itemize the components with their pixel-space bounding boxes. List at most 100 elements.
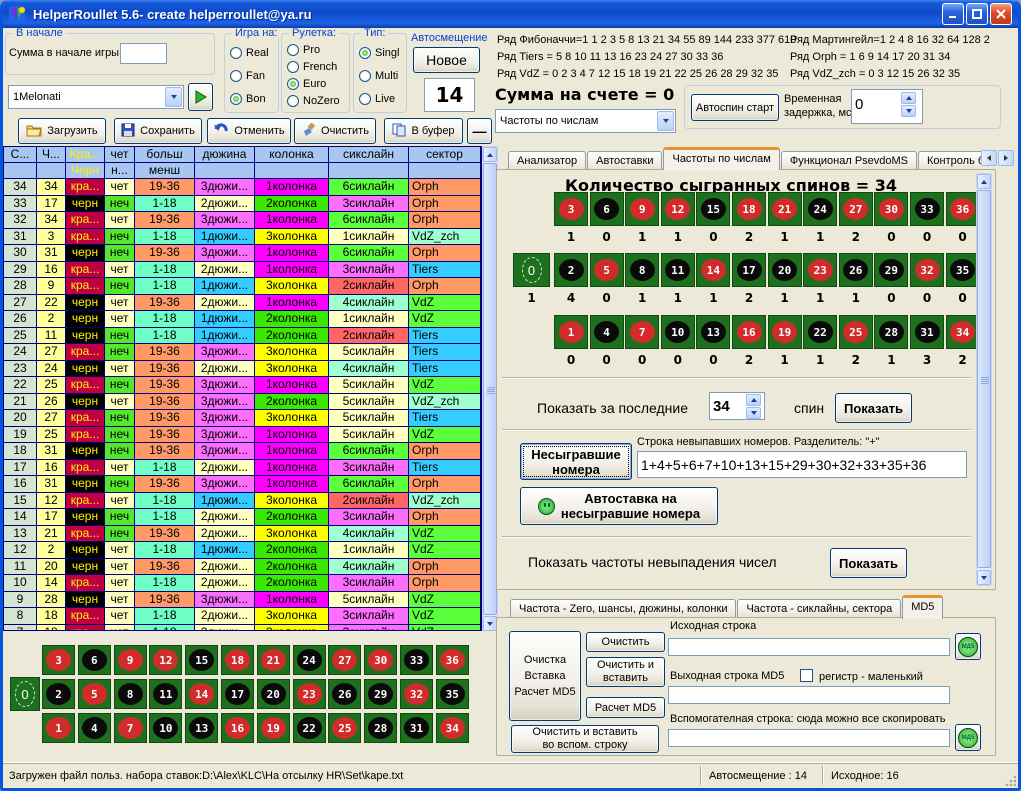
table-row[interactable]: 2511черннеч1-181дюжи...2колонка2сиклайнT… [4, 328, 481, 345]
board-cell-35[interactable]: 35 [436, 679, 469, 709]
radio-option-Real[interactable]: Real [230, 46, 278, 60]
toolbar-button-4[interactable]: Очистить [294, 118, 376, 144]
column-header[interactable]: н... [105, 163, 135, 179]
radio-option-Bon[interactable]: Bon [230, 92, 278, 106]
board-cell-30[interactable]: 30 [364, 645, 397, 675]
freq-cell-15[interactable]: 15 [696, 192, 730, 226]
table-row[interactable]: 2225кра...неч19-363дюжи...1колонка5сикла… [4, 377, 481, 394]
table-row[interactable]: 1120чернчет19-362дюжи...2колонка4сиклайн… [4, 559, 481, 576]
freq-cell-18[interactable]: 18 [732, 192, 766, 226]
maximize-button[interactable] [966, 3, 988, 25]
column-header[interactable]: дюжина [195, 147, 255, 163]
table-row[interactable]: 1831черннеч19-363дюжи...1колонка6сиклайн… [4, 443, 481, 460]
autoshift-new-button[interactable]: Новое [413, 47, 480, 73]
freq-cell-27[interactable]: 27 [839, 192, 873, 226]
freq-cell-7[interactable]: 7 [625, 315, 659, 349]
history-table[interactable]: С...Ч...Кра...четбольшдюжинаколонкасиксл… [3, 146, 482, 631]
md5-aux-input[interactable] [668, 729, 950, 747]
board-cell-7[interactable]: 7 [114, 713, 147, 743]
column-header[interactable]: больш [135, 147, 195, 163]
show-last-spins-button[interactable]: Показать [835, 393, 912, 423]
column-header[interactable]: Ч... [37, 147, 66, 163]
radio-option-Pro[interactable]: Pro [287, 43, 349, 57]
freq-cell-8[interactable]: 8 [625, 253, 659, 287]
board-cell-12[interactable]: 12 [149, 645, 182, 675]
freq-cell-1[interactable]: 1 [554, 315, 588, 349]
freq-cell-34[interactable]: 34 [946, 315, 980, 349]
board-cell-34[interactable]: 34 [436, 713, 469, 743]
board-cell-zero[interactable]: 0 [513, 253, 550, 287]
column-header[interactable] [409, 163, 481, 179]
column-header[interactable]: сектор [409, 147, 481, 163]
tab-2[interactable]: Автоставки [587, 151, 662, 170]
play-button[interactable] [188, 83, 213, 111]
freq-cell-28[interactable]: 28 [874, 315, 908, 349]
toolbar-button-5[interactable]: В буфер [384, 118, 463, 144]
column-header[interactable]: чет [105, 147, 135, 163]
table-row[interactable]: 1014кра...чет1-182дюжи...2колонка3сиклай… [4, 575, 481, 592]
board-cell-18[interactable]: 18 [221, 645, 254, 675]
board-cell-23[interactable]: 23 [293, 679, 326, 709]
freq-cell-21[interactable]: 21 [768, 192, 802, 226]
spin-up-icon[interactable] [901, 92, 916, 104]
freq-cell-5[interactable]: 5 [590, 253, 624, 287]
board-cell-27[interactable]: 27 [328, 645, 361, 675]
freq-cell-25[interactable]: 25 [839, 315, 873, 349]
freq-cell-4[interactable]: 4 [590, 315, 624, 349]
table-row[interactable]: 1417черннеч1-182дюжи...2колонка3сиклайнO… [4, 509, 481, 526]
freq-cell-32[interactable]: 32 [910, 253, 944, 287]
radio-option-NoZero[interactable]: NoZero [287, 94, 349, 108]
md5-big-button[interactable]: ОчисткаВставкаРасчет MD5 [509, 631, 581, 721]
md5-aux-run-button[interactable]: МД5 [955, 724, 981, 751]
spin-up-icon[interactable] [746, 394, 761, 406]
table-row[interactable]: 2126чернчет19-363дюжи...2колонка5сиклайн… [4, 394, 481, 411]
table-row[interactable]: 2916кра...чет1-182дюжи...1колонка3сиклай… [4, 262, 481, 279]
chevron-down-icon[interactable] [165, 87, 182, 107]
title-bar[interactable]: HelperRoullet 5.6- create helperroullet@… [3, 0, 1018, 28]
board-cell-22[interactable]: 22 [293, 713, 326, 743]
table-row[interactable]: 3317черннеч1-182дюжи...2колонка3сиклайнO… [4, 196, 481, 213]
resize-grip[interactable] [1004, 774, 1016, 786]
board-cell-21[interactable]: 21 [257, 645, 290, 675]
board-cell-14[interactable]: 14 [185, 679, 218, 709]
table-row[interactable]: 2324чернчет19-362дюжи...3колонка4сиклайн… [4, 361, 481, 378]
freq-cell-19[interactable]: 19 [768, 315, 802, 349]
tab-3[interactable]: Частоты по числам [663, 147, 779, 170]
board-cell-11[interactable]: 11 [149, 679, 182, 709]
board-cell-13[interactable]: 13 [185, 713, 218, 743]
bottom-tab-2[interactable]: Частота - сиклайны, сектора [737, 599, 901, 618]
freq-cell-36[interactable]: 36 [946, 192, 980, 226]
board-cell-31[interactable]: 31 [400, 713, 433, 743]
board-cell-3[interactable]: 3 [42, 645, 75, 675]
board-cell-25[interactable]: 25 [328, 713, 361, 743]
board-cell-17[interactable]: 17 [221, 679, 254, 709]
table-row[interactable]: 1321кра...неч19-362дюжи...3колонка4сикла… [4, 526, 481, 543]
table-row[interactable]: 3234кра...чет19-363дюжи...1колонка6сикла… [4, 212, 481, 229]
delay-spinner[interactable] [901, 92, 916, 117]
tab-4[interactable]: Функционал PsevdoMS [781, 151, 917, 170]
panel-scrollbar[interactable] [976, 173, 992, 586]
table-row[interactable]: 1631черннеч19-363дюжи...1колонка6сиклайн… [4, 476, 481, 493]
board-cell-33[interactable]: 33 [400, 645, 433, 675]
column-header[interactable]: Черн [66, 163, 105, 179]
column-header[interactable] [4, 163, 37, 179]
column-header[interactable] [195, 163, 255, 179]
start-sum-input[interactable] [120, 43, 167, 64]
board-cell-6[interactable]: 6 [78, 645, 111, 675]
collapse-button[interactable]: — [467, 118, 492, 144]
column-header[interactable] [329, 163, 409, 179]
board-cell-9[interactable]: 9 [114, 645, 147, 675]
radio-option-Multi[interactable]: Multi [359, 69, 406, 83]
board-cell-zero[interactable]: 0 [10, 677, 40, 711]
freq-cell-22[interactable]: 22 [803, 315, 837, 349]
radio-option-Euro[interactable]: Euro [287, 77, 349, 91]
board-cell-8[interactable]: 8 [114, 679, 147, 709]
board-cell-5[interactable]: 5 [78, 679, 111, 709]
board-cell-16[interactable]: 16 [221, 713, 254, 743]
chevron-down-icon[interactable] [657, 111, 674, 131]
board-cell-1[interactable]: 1 [42, 713, 75, 743]
scrollbar-thumb[interactable] [977, 190, 991, 568]
mode-combobox[interactable]: Частоты по числам [495, 109, 676, 133]
toolbar-button-2[interactable]: Сохранить [114, 118, 202, 144]
tabs-scroll-left-icon[interactable] [981, 150, 997, 166]
